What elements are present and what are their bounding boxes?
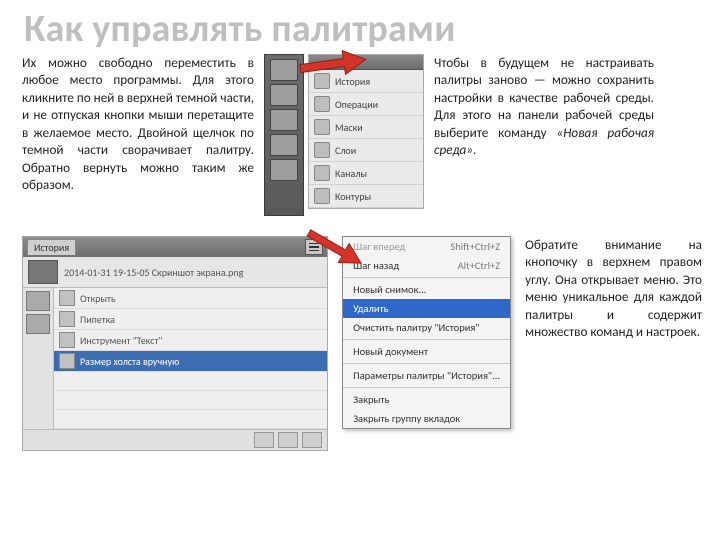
item-label: Маски [335,121,363,134]
palette-context-menu: Шаг впередShift+Ctrl+ZШаг назадAlt+Ctrl+… [342,236,511,429]
menu-separator [343,277,510,278]
history-file-row[interactable]: 2014-01-31 19-15-05 Скриншот экрана.png [23,257,327,288]
palette-footer [23,429,327,450]
history-palette: История 2014-01-31 19-15-05 Скриншот экр… [22,236,328,451]
menu-shortcut: Alt+Ctrl+Z [458,259,501,272]
collapsed-palette[interactable] [264,54,304,216]
menu-item[interactable]: Закрыть [343,390,510,409]
menu-item[interactable]: Шаг назадAlt+Ctrl+Z [343,256,510,275]
menu-item-label: Новый снимок... [353,283,426,296]
item-label: Операции [335,98,378,111]
menu-item[interactable]: Очистить палитру "История" [343,318,510,337]
palette-icon [270,134,298,156]
entry-icon [59,353,75,369]
entry-label: Размер холста вручную [80,355,179,368]
palette-icon [270,159,298,181]
entry-icon [59,311,75,327]
item-label: Каналы [335,167,367,180]
menu-separator [343,387,510,388]
dock-item[interactable]: Контуры [309,185,423,208]
menu-item-label: Закрыть [353,393,389,406]
top-row: Их можно свободно переместить в любое ме… [0,52,720,216]
dock-item[interactable]: Каналы [309,162,423,185]
menu-item[interactable]: Закрыть группу вкладок [343,409,510,428]
item-icon [314,119,330,135]
entry-label: Пипетка [80,313,115,326]
file-name: 2014-01-31 19-15-05 Скриншот экрана.png [64,266,243,279]
palette-titlebar[interactable]: История [23,237,327,257]
paragraph-top-right: Чтобы в будущем не настраивать палитры з… [434,54,654,216]
palette-icon [270,59,298,81]
item-label: Контуры [335,190,371,203]
new-snapshot-button[interactable] [254,432,274,448]
bottom-row: История 2014-01-31 19-15-05 Скриншот экр… [0,216,720,451]
paragraph-bottom-right: Обратите внимание на кнопочку в верхнем … [525,236,702,341]
page-title: Как управлять палитрами [0,0,720,52]
menu-shortcut: Shift+Ctrl+Z [450,240,500,253]
palette-tab[interactable]: История [27,239,76,255]
file-thumbnail [28,260,58,284]
menu-item[interactable]: Новый снимок... [343,280,510,299]
history-entry[interactable]: Открыть [54,288,327,309]
entry-icon [59,290,75,306]
palette-dock-cluster: ИсторияОперацииМаскиСлоиКаналыКонтуры [264,54,424,216]
item-icon [314,96,330,112]
dock-item[interactable]: Маски [309,116,423,139]
item-icon [314,188,330,204]
menu-item-label: Очистить палитру "История" [353,321,480,334]
entry-label: Открыть [80,292,116,305]
dock-item[interactable]: Операции [309,93,423,116]
entry-label: Инструмент "Текст" [80,334,162,347]
item-icon [314,165,330,181]
menu-item[interactable]: Новый документ [343,342,510,361]
menu-item-label: Закрыть группу вкладок [353,412,460,425]
snapshot-thumb[interactable] [26,291,50,311]
item-icon [314,142,330,158]
snapshot-strip [23,288,54,429]
menu-item[interactable]: Параметры палитры "История"... [343,366,510,385]
history-entry[interactable]: Размер холста вручную [54,351,327,372]
menu-separator [343,339,510,340]
create-document-button[interactable] [278,432,298,448]
item-label: Слои [335,144,356,157]
trash-button[interactable] [302,432,322,448]
history-entry[interactable]: Инструмент "Текст" [54,330,327,351]
paragraph-left: Их можно свободно переместить в любое ме… [22,54,254,216]
snapshot-thumb[interactable] [26,314,50,334]
palette-icon [270,109,298,131]
dock-item[interactable]: Слои [309,139,423,162]
menu-item-label: Удалить [353,302,389,315]
entry-icon [59,332,75,348]
menu-item-label: Параметры палитры "История"... [353,369,500,382]
history-entry[interactable]: Пипетка [54,309,327,330]
history-list: Открыть Пипетка Инструмент "Текст" Размер х… [54,288,327,429]
menu-item[interactable]: Удалить [343,299,510,318]
palette-icon [270,84,298,106]
menu-separator [343,363,510,364]
menu-item-label: Новый документ [353,345,428,358]
